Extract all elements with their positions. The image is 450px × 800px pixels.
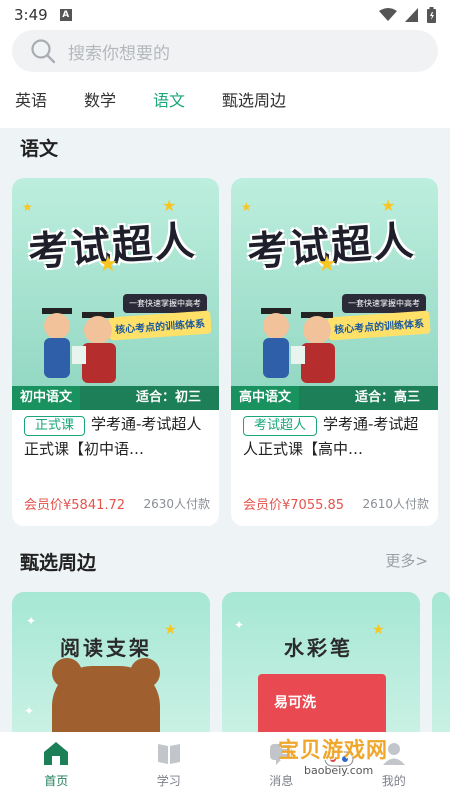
cartoon-students-image: [42, 308, 116, 383]
card-body: 考试超人 学考通-考试超人正式课【高中…: [243, 412, 429, 462]
fit-label: 适合：初三: [135, 390, 201, 405]
sparkle-icon: ✦: [26, 614, 37, 628]
marker-box-image: 易可洗: [258, 674, 386, 732]
fit-label: 适合：高三: [354, 390, 420, 405]
watermark-url: baobeiy.com: [304, 764, 374, 777]
goods-title: 水彩笔: [284, 636, 353, 660]
goods-card[interactable]: ✦ 水彩笔 ★ 易可洗: [222, 592, 420, 732]
watermark: 宝贝游戏网 baobeiy.com: [262, 734, 422, 782]
goods-card[interactable]: ✦ 阅读支架 ★ ✦: [12, 592, 210, 732]
course-card[interactable]: ★ ★ 考试超人 ★ 一套快速掌握中高考 核心考点的训练体系 初中语文 适合：初…: [12, 178, 219, 526]
course-poster: ★ ★ 考试超人 ★ 一套快速掌握中高考 核心考点的训练体系: [12, 178, 219, 410]
star-icon: ★: [98, 252, 118, 277]
course-poster: ★ ★ 考试超人 ★ 一套快速掌握中高考 核心考点的训练体系: [231, 178, 438, 410]
card-title-block: 正式课 学考通-考试超人正式课【初中语…: [24, 412, 210, 462]
bear-bookstand-image: [52, 666, 160, 732]
card-body: 正式课 学考通-考试超人正式课【初中语…: [24, 412, 210, 462]
nav-label: 首页: [44, 774, 69, 788]
buyer-count: 2610人付款: [362, 497, 429, 511]
price-row: 会员价¥5841.72 2630人付款: [24, 494, 210, 513]
course-type-badge: 正式课: [24, 416, 86, 436]
member-price: 会员价¥5841.72: [24, 498, 126, 513]
book-icon: [157, 744, 180, 764]
card-title-block: 考试超人 学考通-考试超人正式课【高中…: [243, 412, 429, 462]
notification-icon: A: [59, 9, 72, 21]
buyer-count: 2630人付款: [143, 497, 210, 511]
wifi-icon: [379, 8, 397, 21]
section-title-chinese: 语文: [20, 138, 59, 160]
search-placeholder: 搜索你想要的: [68, 43, 170, 64]
tab-chinese[interactable]: 语文: [153, 88, 185, 118]
grade-tag: 高中语文: [231, 386, 300, 410]
sparkle-icon: ✦: [234, 618, 245, 632]
watermark-text: 宝贝游戏网: [278, 738, 388, 762]
signal-icon: [405, 8, 418, 22]
status-time: 3:49: [14, 6, 48, 24]
tab-english[interactable]: 英语: [15, 88, 47, 118]
tab-math[interactable]: 数学: [84, 88, 116, 118]
top-area: 搜索你想要的 英语 数学 语文 甄选周边: [0, 30, 450, 128]
more-link[interactable]: 更多>: [385, 550, 428, 571]
price-row: 会员价¥7055.85 2610人付款: [243, 494, 429, 513]
star-icon: ★: [164, 622, 177, 638]
search-input[interactable]: 搜索你想要的: [12, 30, 438, 72]
nav-label: 学习: [156, 774, 181, 788]
box-label: 易可洗: [274, 695, 316, 711]
card-banner: 高中语文 适合：高三: [231, 386, 438, 410]
section-title-merch: 甄选周边: [20, 552, 97, 574]
grade-tag: 初中语文: [12, 386, 81, 410]
cartoon-students-image: [261, 308, 335, 383]
home-icon: [44, 742, 69, 765]
goods-title: 阅读支架: [60, 636, 152, 660]
course-card[interactable]: ★ ★ 考试超人 ★ 一套快速掌握中高考 核心考点的训练体系 高中语文 适合：高…: [231, 178, 438, 526]
course-type-badge: 考试超人: [243, 416, 318, 436]
star-icon: ★: [317, 252, 337, 277]
card-banner: 初中语文 适合：初三: [12, 386, 219, 410]
nav-home[interactable]: 首页: [0, 732, 113, 800]
goods-card-partial[interactable]: [432, 592, 450, 732]
status-bar: 3:49 A: [0, 0, 450, 30]
member-price: 会员价¥7055.85: [243, 498, 345, 513]
poster-tagline: 一套快速掌握中高考: [123, 294, 207, 313]
tab-merch[interactable]: 甄选周边: [222, 88, 286, 118]
nav-study[interactable]: 学习: [113, 732, 226, 800]
star-icon: ★: [241, 200, 252, 214]
poster-tagline: 一套快速掌握中高考: [342, 294, 426, 313]
battery-icon: [427, 7, 436, 23]
sparkle-icon: ✦: [24, 704, 35, 718]
search-icon: [31, 39, 56, 64]
category-tabs: 英语 数学 语文 甄选周边: [0, 88, 308, 118]
star-icon: ★: [22, 200, 33, 214]
star-icon: ★: [372, 622, 385, 638]
status-indicators: [379, 7, 436, 23]
